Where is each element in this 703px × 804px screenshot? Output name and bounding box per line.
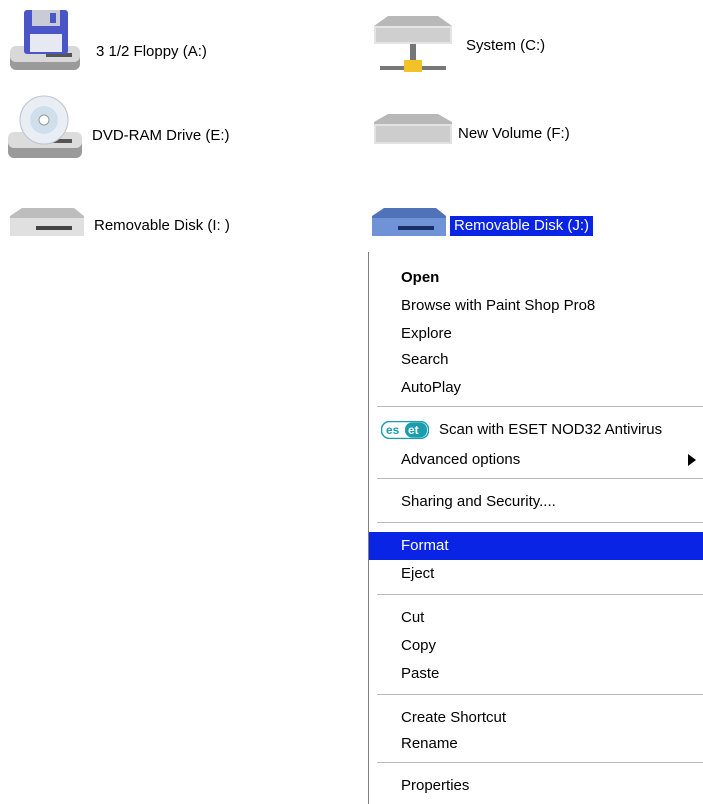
drive-label: Removable Disk (J:) — [450, 216, 594, 236]
menu-item-advanced-options[interactable]: Advanced options — [369, 446, 703, 474]
drive-dvd-e[interactable]: DVD-RAM Drive (E:) — [6, 92, 266, 164]
menu-item-label: Properties — [401, 777, 470, 794]
menu-item-label: Sharing and Security.... — [401, 493, 556, 510]
menu-item-label: Rename — [401, 735, 458, 752]
menu-item-label: Eject — [401, 565, 435, 582]
context-menu: Open Browse with Paint Shop Pro8 Explore… — [368, 252, 703, 804]
menu-separator — [377, 478, 703, 479]
network-drive-icon — [374, 16, 452, 72]
eset-logo-icon: es et — [381, 421, 429, 439]
menu-item-label: Create Shortcut — [401, 709, 507, 726]
menu-item-label: Open — [401, 269, 440, 286]
menu-item-explore[interactable]: Explore — [369, 320, 703, 348]
svg-text:et: et — [408, 423, 419, 437]
drive-label: DVD-RAM Drive (E:) — [92, 127, 230, 144]
menu-item-format[interactable]: Format — [369, 532, 703, 560]
drive-system-c[interactable]: System (C:) — [368, 8, 608, 80]
menu-item-rename[interactable]: Rename — [369, 730, 703, 758]
menu-item-label: Copy — [401, 637, 437, 654]
menu-item-search[interactable]: Search — [369, 346, 703, 374]
menu-item-label: Advanced options — [401, 451, 521, 468]
menu-item-autoplay[interactable]: AutoPlay — [369, 374, 703, 402]
menu-item-eset-scan[interactable]: es et Scan with ESET NOD32 Antivirus — [369, 416, 703, 444]
menu-item-label: Search — [401, 351, 449, 368]
menu-item-label: Browse with Paint Shop Pro8 — [401, 297, 596, 314]
menu-separator — [377, 522, 703, 523]
menu-item-label: Cut — [401, 609, 425, 626]
menu-item-label: Explore — [401, 325, 452, 342]
drive-volume-f[interactable]: New Volume (F:) — [368, 110, 608, 160]
menu-item-copy[interactable]: Copy — [369, 632, 703, 660]
svg-text:es: es — [386, 423, 400, 437]
dvd-drive-icon — [8, 95, 82, 158]
menu-item-paste[interactable]: Paste — [369, 660, 703, 688]
menu-item-browse-paint-shop[interactable]: Browse with Paint Shop Pro8 — [369, 292, 703, 320]
menu-item-label: AutoPlay — [401, 379, 462, 396]
menu-item-open[interactable]: Open — [369, 264, 703, 292]
menu-item-label: Format — [401, 537, 449, 554]
menu-item-label: Scan with ESET NOD32 Antivirus — [439, 421, 663, 438]
drive-label: System (C:) — [466, 37, 546, 54]
menu-separator — [377, 694, 703, 695]
menu-item-sharing-security[interactable]: Sharing and Security.... — [369, 488, 703, 516]
menu-item-properties[interactable]: Properties — [369, 772, 703, 800]
hard-drive-icon — [374, 114, 452, 144]
drive-removable-i[interactable]: Removable Disk (I: ) — [6, 204, 286, 248]
menu-item-cut[interactable]: Cut — [369, 604, 703, 632]
menu-item-create-shortcut[interactable]: Create Shortcut — [369, 704, 703, 732]
menu-item-eject[interactable]: Eject — [369, 560, 703, 588]
menu-item-label: Paste — [401, 665, 440, 682]
drive-label: Removable Disk (I: ) — [94, 217, 230, 234]
menu-separator — [377, 406, 703, 407]
removable-disk-icon — [372, 208, 446, 236]
drive-floppy-a[interactable]: 3 1/2 Floppy (A:) — [6, 8, 246, 76]
drive-label: 3 1/2 Floppy (A:) — [96, 43, 207, 60]
menu-separator — [377, 594, 703, 595]
drive-label: New Volume (F:) — [458, 125, 570, 142]
floppy-drive-icon — [10, 10, 80, 70]
drive-removable-j[interactable]: Removable Disk (J:) — [368, 204, 658, 248]
menu-separator — [377, 762, 703, 763]
removable-disk-icon — [10, 208, 84, 236]
submenu-arrow-icon — [688, 454, 696, 466]
